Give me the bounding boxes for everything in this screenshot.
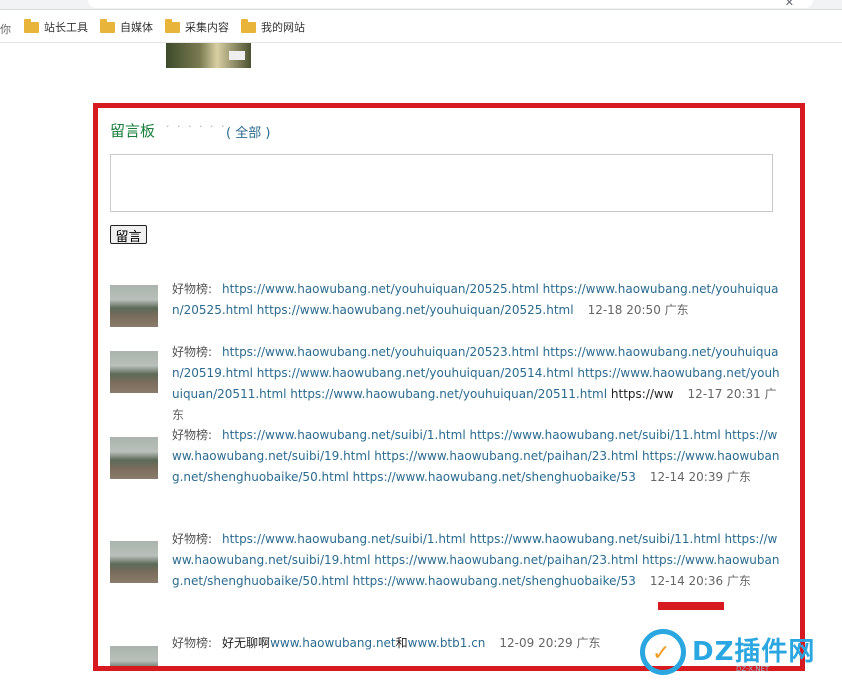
folder-icon xyxy=(241,18,256,33)
avatar[interactable] xyxy=(110,541,158,583)
bookmark-item-2[interactable]: 采集内容 xyxy=(165,18,229,36)
bookmark-label: 站长工具 xyxy=(44,21,88,34)
message-prefix: 好无聊啊 xyxy=(222,636,271,650)
bookmark-item-0[interactable]: 站长工具 xyxy=(24,18,88,36)
folder-icon xyxy=(24,18,39,33)
avatar[interactable] xyxy=(110,285,158,327)
message-tail: https://ww xyxy=(607,387,674,401)
guestbook-title: 留言板 xyxy=(110,122,156,140)
message-meta: 12-18 20:50 广东 xyxy=(587,303,689,317)
banner-tag xyxy=(229,51,245,60)
message-mid: 和 xyxy=(395,636,408,650)
checkmark-icon: ✓ xyxy=(652,641,671,666)
message-meta: 12-14 20:36 广东 xyxy=(649,574,751,588)
bookmarks-bar: 你 站长工具 自媒体 采集内容 我的网站 xyxy=(0,10,842,43)
view-all-link[interactable]: ( 全部 ) xyxy=(226,122,270,141)
folder-icon xyxy=(100,18,115,33)
bookmark-label: 我的网站 xyxy=(261,21,305,34)
watermark-text: DZ插件网 xyxy=(692,637,816,667)
banner-image xyxy=(166,43,251,68)
message-meta: 12-14 20:39 广东 xyxy=(649,470,751,484)
avatar[interactable] xyxy=(110,351,158,393)
message-meta: 12-09 20:29 广东 xyxy=(499,636,601,650)
bookmark-item-1[interactable]: 自媒体 xyxy=(100,18,153,36)
bookmark-item-3[interactable]: 我的网站 xyxy=(241,18,305,36)
message-text: 好物榜: https://www.haowubang.net/youhuiquan… xyxy=(172,342,784,426)
folder-icon xyxy=(165,18,180,33)
message-link[interactable]: www.haowubang.net xyxy=(270,636,396,650)
message-nick: 好物榜: xyxy=(172,282,213,296)
message-input[interactable] xyxy=(110,154,773,212)
address-bar-strip: ✕ xyxy=(0,0,842,10)
bookmark-cut-label: 你 xyxy=(0,23,11,36)
message-item: 好物榜: https://www.haowubang.net/suibi/1.ht… xyxy=(110,425,790,511)
close-icon[interactable]: ✕ xyxy=(785,0,794,9)
message-item: 好物榜: https://www.haowubang.net/youhuiquan… xyxy=(110,342,790,422)
message-link[interactable]: www.btb1.cn xyxy=(408,636,486,650)
message-text: 好物榜: https://www.haowubang.net/youhuiquan… xyxy=(172,279,784,321)
message-text: 好物榜: https://www.haowubang.net/suibi/1.ht… xyxy=(172,529,784,592)
highlight-underline xyxy=(658,602,724,610)
watermark-subtext: DZ-X.NET xyxy=(736,665,770,673)
avatar[interactable] xyxy=(110,437,158,479)
message-nick: 好物榜: xyxy=(172,532,213,546)
message-nick: 好物榜: xyxy=(172,636,213,650)
bookmark-label: 自媒体 xyxy=(120,21,153,34)
message-text: 好物榜: https://www.haowubang.net/suibi/1.ht… xyxy=(172,425,784,488)
guestbook-dots: · · · · · · xyxy=(166,120,227,133)
submit-message-button[interactable]: 留言 xyxy=(110,225,147,245)
watermark: ✓ DZ插件网 DZ-X.NET xyxy=(640,627,830,677)
message-nick: 好物榜: xyxy=(172,345,213,359)
bookmark-label: 采集内容 xyxy=(185,21,229,34)
guestbook-panel: 留言板 · · · · · · ( 全部 ) 留言 好物榜: https://ww… xyxy=(93,103,805,671)
message-item: 好物榜: https://www.haowubang.net/youhuiquan… xyxy=(110,279,790,335)
message-nick: 好物榜: xyxy=(172,428,213,442)
address-bar[interactable] xyxy=(88,0,813,8)
avatar[interactable] xyxy=(110,646,158,666)
